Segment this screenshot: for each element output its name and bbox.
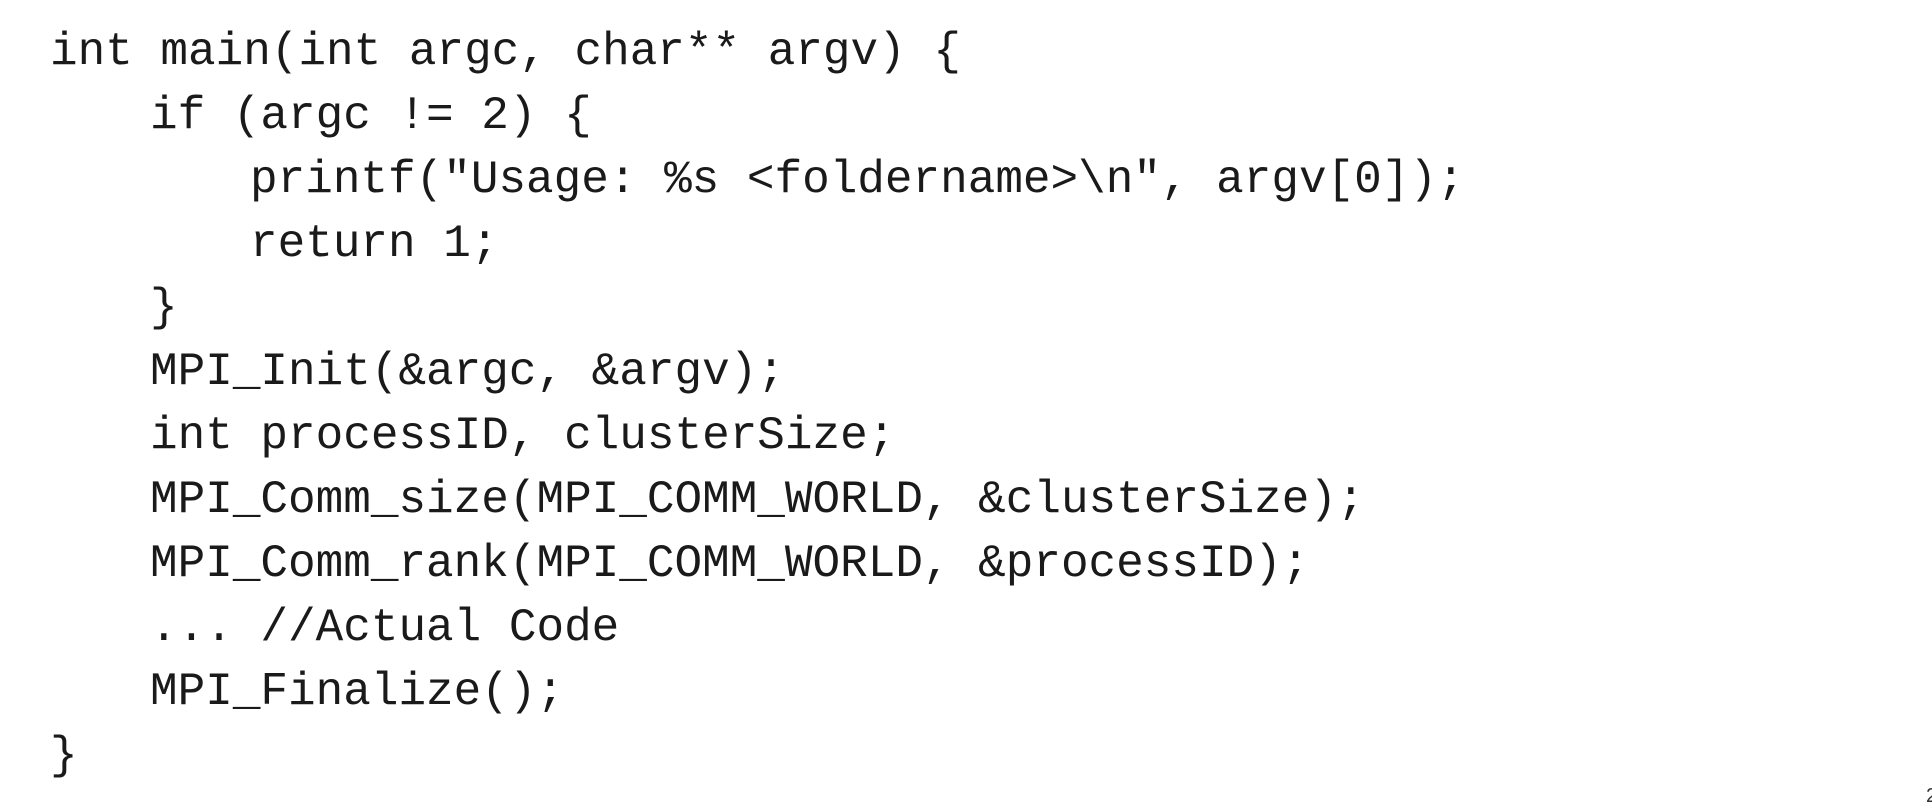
code-line-comm-rank: MPI_Comm_rank(MPI_COMM_WORLD, &processID… [150, 538, 1310, 590]
code-line-close-if: } [150, 282, 178, 334]
code-line-mpi-init: MPI_Init(&argc, &argv); [150, 346, 785, 398]
code-listing: int main(int argc, char** argv) { if (ar… [50, 20, 1900, 788]
page-number: 2 [1926, 785, 1932, 807]
code-line-main-signature: int main(int argc, char** argv) { [50, 26, 961, 78]
code-line-printf-usage: printf("Usage: %s <foldername>\n", argv[… [250, 154, 1465, 206]
code-line-close-main: } [50, 730, 78, 782]
code-line-actual-code-comment: ... //Actual Code [150, 602, 620, 654]
code-line-comm-size: MPI_Comm_size(MPI_COMM_WORLD, &clusterSi… [150, 474, 1365, 526]
code-line-declare-vars: int processID, clusterSize; [150, 410, 896, 462]
code-line-mpi-finalize: MPI_Finalize(); [150, 666, 565, 718]
code-line-if-argc: if (argc != 2) { [150, 90, 592, 142]
code-line-return: return 1; [250, 218, 499, 270]
